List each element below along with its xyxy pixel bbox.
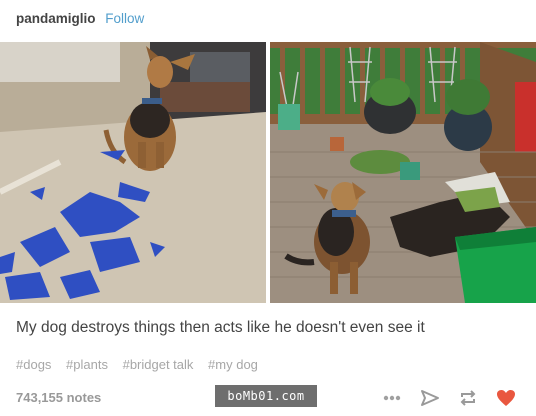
photo-dog-carpet[interactable] [0,42,266,303]
send-arrow-icon[interactable] [420,388,440,408]
post-caption: My dog destroys things then acts like he… [16,319,425,336]
post-actions [382,388,516,408]
tag-link[interactable]: #dogs [16,357,51,372]
dog-carpet-image [0,42,266,303]
post-header: pandamiglio Follow [16,11,144,26]
tag-link[interactable]: #bridget talk [123,357,194,372]
photo-dog-deck[interactable] [270,42,536,303]
tag-link[interactable]: #plants [66,357,108,372]
ellipsis-icon[interactable] [382,388,402,408]
heart-icon[interactable] [496,388,516,408]
reblog-icon[interactable] [458,388,478,408]
notes-count[interactable]: 743,155 notes [16,390,101,405]
watermark-logo: boMb01.com [215,385,317,407]
dog-deck-image [270,42,536,303]
post-tags: #dogs #plants #bridget talk #my dog [16,357,269,372]
username-link[interactable]: pandamiglio [16,11,96,26]
tag-link[interactable]: #my dog [208,357,258,372]
follow-button[interactable]: Follow [105,11,144,26]
